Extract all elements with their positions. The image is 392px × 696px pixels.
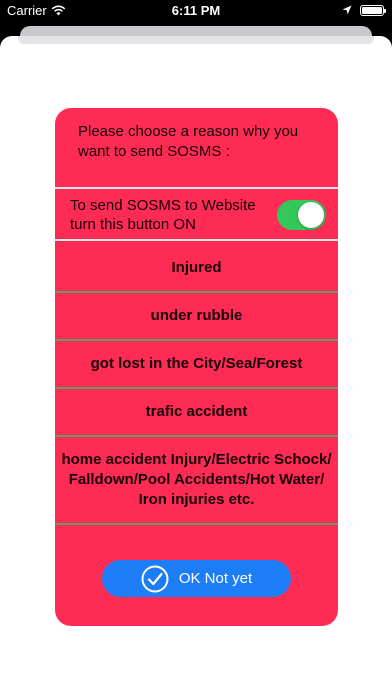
reason-label: Injured	[171, 259, 222, 276]
reason-home-accident[interactable]: home accident Injury/Electric Schock/ Fa…	[55, 437, 338, 525]
toggle-knob	[298, 202, 324, 228]
reason-label: under rubble	[150, 307, 243, 324]
status-bar: Carrier 6:11 PM	[0, 0, 392, 22]
reason-injured[interactable]: Injured	[55, 245, 338, 293]
status-right	[342, 3, 386, 18]
location-arrow-icon	[342, 3, 352, 18]
reason-label: got lost in the City/Sea/Forest	[90, 355, 303, 372]
check-circle-icon	[141, 565, 169, 593]
battery-icon	[360, 5, 386, 16]
reason-label: home accident Injury/Electric Schock/ Fa…	[61, 451, 332, 508]
ok-not-yet-button[interactable]: OK Not yet	[102, 560, 291, 597]
dialog-prompt: Please choose a reason why you want to s…	[78, 123, 299, 160]
sheet-edge	[18, 36, 374, 44]
clock: 6:11 PM	[171, 3, 221, 18]
reason-traffic-accident[interactable]: trafic accident	[55, 389, 338, 437]
reason-under-rubble[interactable]: under rubble	[55, 293, 338, 341]
website-toggle-row: To send SOSMS to Website turn this butto…	[55, 187, 338, 241]
reason-got-lost[interactable]: got lost in the City/Sea/Forest	[55, 341, 338, 389]
ok-button-label: OK Not yet	[178, 570, 253, 587]
reason-label: trafic accident	[145, 403, 248, 420]
send-to-website-toggle[interactable]	[277, 200, 326, 230]
toggle-label: To send SOSMS to Website turn this butto…	[70, 197, 256, 233]
sos-reason-dialog: Please choose a reason why you want to s…	[55, 108, 338, 626]
